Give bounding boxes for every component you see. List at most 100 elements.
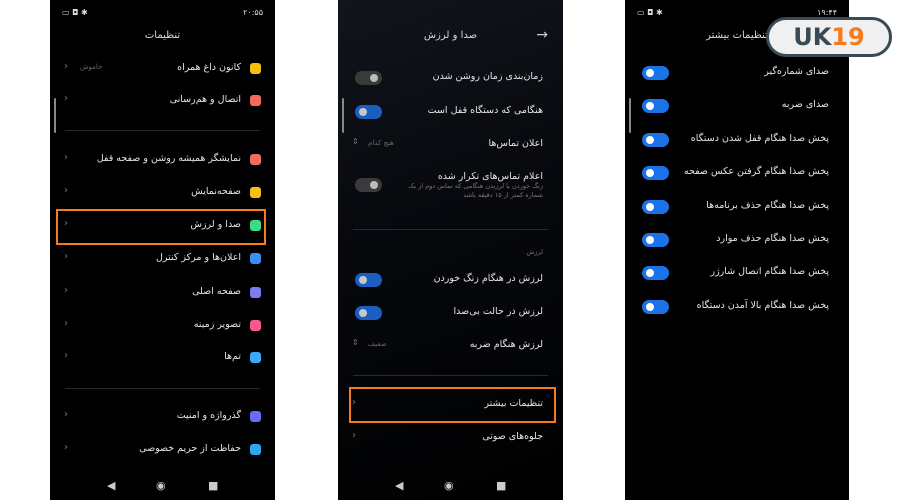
toggle-switch[interactable] [642, 166, 669, 181]
connection-icon [250, 95, 261, 106]
toggle-switch[interactable] [355, 105, 382, 119]
settings-item[interactable]: کانون داغ همراه ‹ خاموش [50, 59, 275, 79]
chevron-left-icon: ‹ [64, 285, 68, 296]
settings-item[interactable]: تم‌ها ‹ [50, 348, 275, 368]
settings-item[interactable]: گذرواژه و امنیت ‹ [50, 407, 275, 427]
settings-item[interactable]: پخش صدا هنگام بالا آمدن دستگاه [625, 297, 849, 317]
item-label: کانون داغ همراه [177, 62, 241, 73]
recents-nav-icon[interactable]: ■ [208, 479, 218, 492]
settings-item[interactable]: تنظیمات بیشتر ‹ [338, 395, 563, 415]
chevron-left-icon: ‹ [64, 61, 68, 72]
item-label: پخش صدا هنگام حذف برنامه‌ها [706, 199, 829, 211]
more-settings-screen: ▭ ◘ ✱ ۱۹:۴۴ تنظیمات بیشتر صدای شماره‌گیر ص… [625, 0, 849, 500]
home-icon [250, 287, 261, 298]
settings-item[interactable]: نمایشگر همیشه روشن و صفحه قفل ‹ [50, 150, 275, 170]
settings-item[interactable]: صدا و لرزش ‹ [50, 216, 275, 236]
divider [353, 375, 548, 376]
status-bar: ▭ ◘ ✱ ۲۰:۵۵ [62, 8, 263, 18]
item-label: لرزش در هنگام زنگ خوردن [433, 273, 543, 284]
toggle-switch[interactable] [642, 266, 669, 281]
home-nav-icon[interactable]: ◉ [156, 479, 166, 492]
item-label: پخش صدا هنگام بالا آمدن دستگاه [696, 299, 829, 311]
item-label: نمایشگر همیشه روشن و صفحه قفل [96, 153, 241, 164]
chevron-left-icon: ‹ [352, 397, 356, 408]
item-label: پخش صدا هنگام اتصال شارژر [710, 266, 830, 278]
toggle-switch[interactable] [642, 199, 669, 214]
arrow-right-icon[interactable]: → [536, 27, 548, 43]
settings-item[interactable]: اتصال و هم‌رسانی ‹ [50, 91, 275, 111]
battery-icon: ▭ ◘ ✱ [62, 8, 88, 17]
updown-icon: ⇕ [352, 338, 359, 347]
back-nav-icon[interactable]: ◀ [107, 479, 115, 492]
chevron-left-icon: ‹ [64, 350, 68, 361]
chevron-left-icon: ‹ [64, 152, 68, 163]
settings-item[interactable]: اعلان‌ها و مرکز کنترل ‹ [50, 249, 275, 269]
settings-item[interactable]: صدای شماره‌گیر [625, 63, 849, 83]
settings-item[interactable]: پخش صدا هنگام حذف برنامه‌ها [625, 197, 849, 217]
settings-item[interactable]: حفاظت از حریم خصوصی ‹ [50, 440, 275, 460]
settings-item[interactable]: جلوه‌های صوتی ‹ [338, 428, 563, 448]
toggle-switch[interactable] [642, 132, 669, 147]
toggle-switch[interactable] [355, 306, 382, 320]
back-nav-icon[interactable]: ◀ [395, 479, 403, 492]
toggle-switch[interactable] [355, 273, 382, 287]
item-label: جلوه‌های صوتی [482, 431, 543, 442]
settings-item[interactable]: تصویر زمینه ‹ [50, 316, 275, 336]
item-value: هیچ کدام [368, 139, 394, 147]
toggle-switch[interactable] [642, 99, 669, 114]
nav-bar: ◀ ◉ ■ [50, 479, 275, 493]
item-label: حفاظت از حریم خصوصی [139, 443, 241, 454]
settings-screen: ▭ ◘ ✱ ۲۰:۵۵ تنظیمات ◀ ◉ ■ کانون داغ همراه ‹ خ… [50, 0, 275, 500]
settings-item[interactable]: صدای ضربه [625, 96, 849, 116]
status-time: ۲۰:۵۵ [243, 8, 263, 17]
divider [353, 229, 548, 230]
settings-item[interactable]: لرزش هنگام ضربه ضعیف ⇕ [338, 336, 563, 356]
item-label: اعلام تماس‌های تکرار شده [437, 171, 543, 182]
settings-item[interactable]: پخش صدا هنگام گرفتن عکس صفحه [625, 163, 849, 183]
toggle-switch[interactable] [355, 71, 382, 85]
recents-nav-icon[interactable]: ■ [496, 479, 506, 492]
toggle-switch[interactable] [642, 233, 669, 247]
item-label: پخش صدا هنگام گرفتن عکس صفحه [683, 166, 829, 178]
settings-item[interactable]: صفحه اصلی ‹ [50, 283, 275, 303]
toggle-switch[interactable] [355, 178, 382, 192]
item-label: صدای ضربه [781, 99, 829, 111]
home-nav-icon[interactable]: ◉ [444, 479, 454, 492]
hotspot-icon [250, 63, 261, 74]
item-description: زنگ خوردن یا لرزیدن هنگامی که تماس دوم ا… [408, 182, 543, 199]
chevron-left-icon: ‹ [64, 251, 68, 262]
item-label: صدا و لرزش [190, 219, 241, 230]
item-label: زمان‌بندی زمان روشن شدن [432, 71, 543, 82]
site-logo: UK 19 [766, 17, 892, 57]
battery-icon: ▭ ◘ ✱ [637, 8, 663, 17]
settings-item[interactable]: لرزش در حالت بی‌صدا [338, 303, 563, 323]
settings-item[interactable]: پخش صدا هنگام حذف موارد [625, 230, 849, 250]
item-label: صفحه اصلی [192, 286, 241, 297]
item-label: پخش صدا هنگام حذف موارد [716, 233, 829, 244]
privacy-icon [250, 444, 261, 455]
settings-item[interactable]: پخش صدا هنگام اتصال شارژر [625, 263, 849, 283]
toggle-switch[interactable] [642, 66, 669, 80]
chevron-left-icon: ‹ [64, 442, 68, 453]
sound-vibration-screen: صدا و لرزش → لرزش ◀ ◉ ■ زمان‌بندی زمان روش… [338, 0, 563, 500]
item-label: هنگامی که دستگاه قفل است [427, 105, 543, 116]
item-label: صدای شماره‌گیر [764, 66, 829, 77]
toggle-switch[interactable] [642, 299, 669, 314]
item-label: تم‌ها [224, 351, 241, 362]
notification-icon [250, 253, 261, 264]
settings-item[interactable]: اعلام تماس‌های تکرار شده زنگ خوردن یا لرز… [338, 168, 563, 199]
chevron-left-icon: ‹ [64, 409, 68, 420]
nav-bar: ◀ ◉ ■ [338, 479, 563, 493]
settings-item[interactable]: پخش صدا هنگام قفل شدن دستگاه [625, 130, 849, 150]
item-label: پخش صدا هنگام قفل شدن دستگاه [690, 132, 829, 144]
item-label: لرزش در حالت بی‌صدا [453, 306, 543, 317]
settings-item[interactable]: صفحه‌نمایش ‹ [50, 183, 275, 203]
tulip-icon [250, 320, 261, 331]
settings-item[interactable]: اعلان تماس‌ها هیچ کدام ⇕ [338, 135, 563, 155]
item-label: تصویر زمینه [193, 319, 241, 330]
section-label: لرزش [526, 248, 543, 256]
settings-item[interactable]: هنگامی که دستگاه قفل است [338, 102, 563, 122]
settings-item[interactable]: زمان‌بندی زمان روشن شدن [338, 68, 563, 88]
settings-item[interactable]: لرزش در هنگام زنگ خوردن [338, 270, 563, 290]
item-value: خاموش [80, 63, 103, 71]
